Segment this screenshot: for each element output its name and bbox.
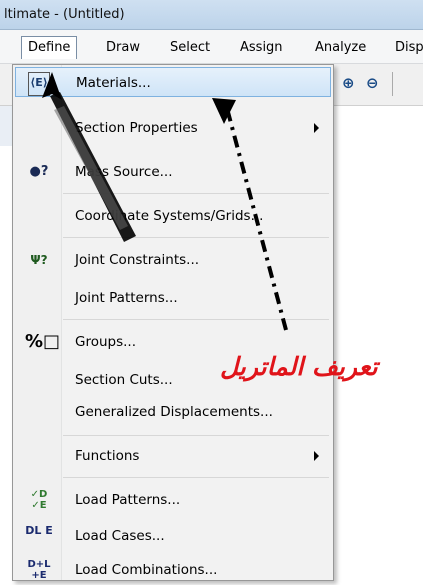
black-arrow-icon [42, 72, 136, 242]
annotation-overlay [42, 72, 288, 331]
annotation-arabic-text: تعريف الماتريل [220, 352, 378, 381]
dashed-arrow-icon [212, 98, 288, 331]
